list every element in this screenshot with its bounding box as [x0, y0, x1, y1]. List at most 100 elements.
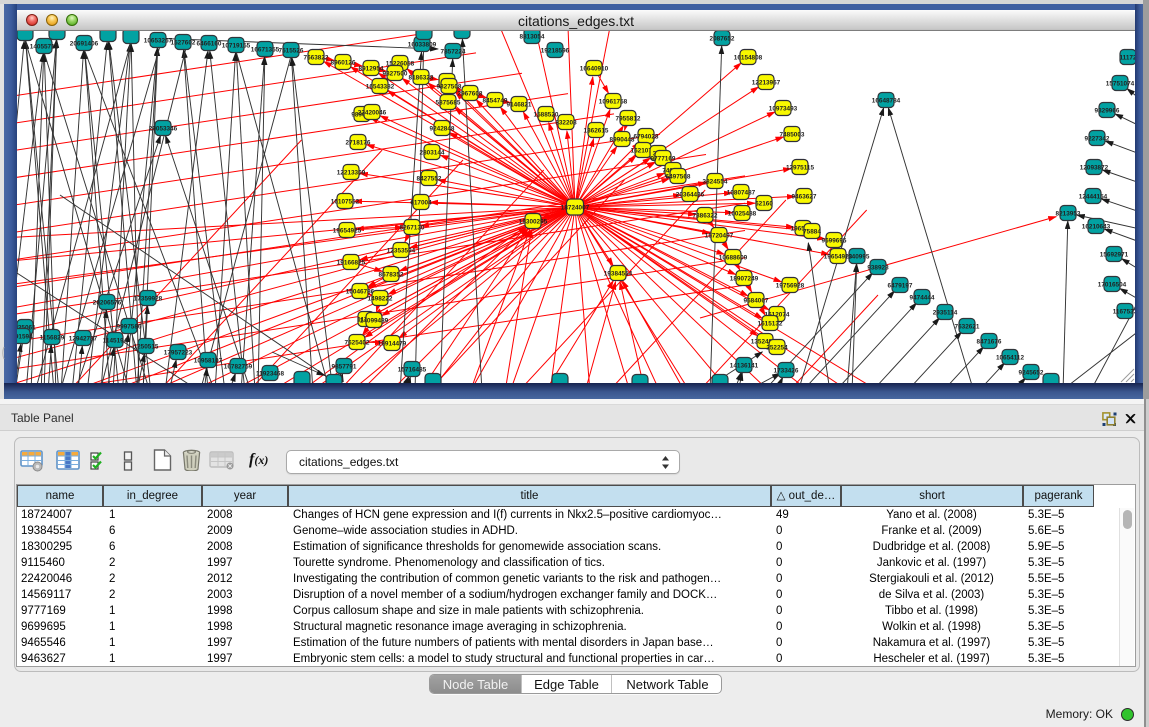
svg-text:16671355: 16671355: [251, 46, 280, 53]
svg-text:19218596: 19218596: [541, 47, 570, 54]
svg-text:10025488: 10025488: [728, 210, 757, 217]
svg-text:11923468: 11923468: [256, 370, 285, 377]
svg-text:8454749: 8454749: [483, 97, 508, 104]
svg-text:6497568: 6497568: [666, 173, 691, 180]
svg-text:10973493: 10973493: [769, 105, 798, 112]
svg-text:11172: 11172: [1119, 54, 1135, 61]
svg-text:19384554: 19384554: [604, 270, 633, 277]
svg-text:9463627: 9463627: [792, 193, 817, 200]
svg-text:2087652: 2087652: [710, 35, 735, 42]
svg-text:2803144: 2803144: [420, 149, 445, 156]
svg-text:10958107: 10958107: [194, 357, 223, 364]
svg-text:15720407: 15720407: [705, 232, 734, 239]
svg-text:9777169: 9777169: [651, 155, 676, 162]
svg-text:7625402: 7625402: [345, 339, 370, 346]
svg-text:7663822: 7663822: [304, 54, 329, 61]
svg-text:23420046: 23420046: [358, 109, 387, 116]
svg-text:12942737: 12942737: [69, 335, 98, 342]
svg-text:6794028: 6794028: [634, 133, 659, 140]
svg-text:15692971: 15692971: [1100, 251, 1129, 258]
svg-text:14136141: 14136141: [730, 362, 759, 369]
svg-text:20691406: 20691406: [70, 40, 99, 47]
svg-text:12213369: 12213369: [337, 169, 366, 176]
svg-text:1498222: 1498222: [368, 295, 393, 302]
svg-text:12353594: 12353594: [387, 247, 416, 254]
svg-text:9699695: 9699695: [822, 237, 847, 244]
svg-text:3824554: 3824554: [703, 178, 728, 185]
svg-text:12093872: 12093872: [1080, 164, 1109, 171]
svg-text:8213953: 8213953: [1056, 210, 1081, 217]
svg-text:2718176: 2718176: [346, 139, 371, 146]
svg-text:832203: 832203: [555, 119, 577, 126]
svg-text:1527602: 1527602: [171, 39, 196, 46]
svg-text:617004: 617004: [410, 199, 432, 206]
svg-text:9242848: 9242848: [430, 125, 455, 132]
svg-text:16914479: 16914479: [378, 340, 407, 347]
svg-text:16210643: 16210643: [1082, 223, 1111, 230]
svg-text:16154808: 16154808: [734, 54, 763, 61]
svg-text:252254: 252254: [766, 344, 788, 351]
svg-text:9327500: 9327500: [383, 70, 408, 77]
svg-text:19166825: 19166825: [337, 259, 366, 266]
svg-text:18907249: 18907249: [730, 275, 759, 282]
svg-text:9327508: 9327508: [437, 83, 462, 90]
svg-text:8186328: 8186328: [409, 74, 434, 81]
svg-text:1362615: 1362615: [584, 127, 609, 134]
svg-text:17359928: 17359928: [134, 295, 163, 302]
svg-text:75884: 75884: [803, 228, 821, 235]
svg-text:1588520: 1588520: [534, 111, 559, 118]
svg-text:16782759: 16782759: [224, 363, 253, 370]
svg-text:1156829: 1156829: [40, 334, 65, 341]
svg-text:1167533: 1167533: [1113, 308, 1135, 315]
svg-text:62160: 62160: [755, 200, 773, 207]
svg-text:391594: 391594: [17, 333, 33, 340]
svg-text:18300295: 18300295: [519, 218, 548, 225]
svg-text:18724007: 18724007: [561, 204, 590, 211]
svg-text:7386322: 7386322: [693, 212, 718, 219]
svg-text:6479197: 6479197: [888, 282, 913, 289]
svg-text:10719155: 10719155: [222, 42, 251, 49]
svg-text:7632621: 7632621: [955, 323, 980, 330]
svg-text:10688609: 10688609: [719, 254, 748, 261]
svg-text:16033809: 16033809: [408, 41, 437, 48]
svg-text:8471676: 8471676: [977, 338, 1002, 345]
svg-text:14055712: 14055712: [30, 43, 59, 50]
svg-text:15716485: 15716485: [398, 366, 427, 373]
svg-text:8267130: 8267130: [400, 224, 425, 231]
svg-text:10654112: 10654112: [996, 354, 1025, 361]
svg-text:10961758: 10961758: [599, 98, 628, 105]
svg-text:10807487: 10807487: [727, 189, 756, 196]
svg-text:12975115: 12975115: [786, 164, 815, 171]
svg-text:2935114: 2935114: [933, 309, 958, 316]
svg-text:9857791: 9857791: [332, 363, 357, 370]
svg-text:17016504: 17016504: [1098, 281, 1127, 288]
svg-text:8912954: 8912954: [359, 65, 384, 72]
svg-text:9227342: 9227342: [1085, 135, 1110, 142]
svg-text:12213967: 12213967: [752, 79, 781, 86]
svg-text:7857224: 7857224: [441, 48, 466, 55]
svg-text:8678352: 8678352: [379, 271, 404, 278]
svg-text:10046786: 10046786: [346, 288, 375, 295]
svg-text:16107552: 16107552: [331, 198, 360, 205]
svg-text:2967608: 2967608: [458, 90, 483, 97]
svg-text:12444154: 12444154: [1079, 193, 1108, 200]
svg-text:7955812: 7955812: [616, 115, 641, 122]
svg-text:20206576: 20206576: [93, 299, 122, 306]
svg-text:16648784: 16648784: [872, 97, 901, 104]
svg-text:9245652: 9245652: [1019, 369, 1044, 376]
svg-text:8960126: 8960126: [331, 59, 356, 66]
svg-text:8990448: 8990448: [610, 136, 635, 143]
svg-text:19654923: 19654923: [824, 253, 853, 260]
svg-text:1733426: 1733426: [774, 367, 799, 374]
svg-text:14099489: 14099489: [360, 317, 389, 324]
svg-text:8813054: 8813054: [520, 33, 545, 40]
svg-text:1615132: 1615132: [758, 320, 783, 327]
svg-text:1250515: 1250515: [134, 343, 159, 350]
svg-text:6466160: 6466160: [197, 40, 222, 47]
svg-text:1145194: 1145194: [103, 337, 128, 344]
svg-text:19654925: 19654925: [333, 227, 362, 234]
svg-text:17957223: 17957223: [164, 349, 193, 356]
svg-text:9997586: 9997586: [117, 323, 142, 330]
svg-text:10653267: 10653267: [144, 37, 173, 44]
svg-text:19756928: 19756928: [776, 282, 805, 289]
